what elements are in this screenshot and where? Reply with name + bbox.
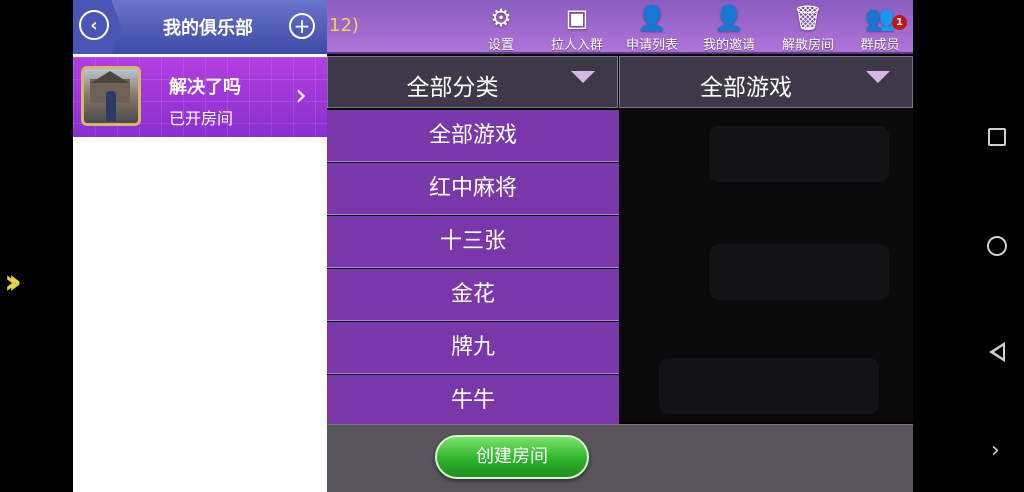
apply-list-label: 申请列表 [625,38,678,53]
dropdown-option[interactable]: 金花 [327,269,619,321]
club-name: 解决了吗 [169,77,241,98]
club-list-item[interactable]: 解决了吗 已开房间 › [73,57,327,137]
chevron-right-icon[interactable]: › [295,81,307,111]
dimmed-panel [659,358,879,414]
trash-icon: 🗑 [792,4,824,32]
caret-down-icon [866,71,890,83]
dissolve-room-button[interactable]: 🗑 解散房间 [773,4,843,53]
dimmed-content-area [619,108,913,422]
dimmed-panel [709,126,889,182]
dissolve-room-label: 解散房间 [781,38,834,53]
group-members-label: 群成员 [860,38,900,53]
settings-label: 设置 [487,38,514,53]
category-select-value: 全部分类 [406,75,499,101]
top-toolbar: 12) ⚙ 设置 ▣ 拉人入群 👤 申请列表 👤 我的邀请 🗑 解散房间 👥 群… [327,0,913,54]
bottom-bar: 创建房间 [327,424,913,492]
club-sidebar: ‹ 我的俱乐部 + 解决了吗 已开房间 › [73,0,327,492]
expand-handle-icon[interactable]: ›› [4,262,22,302]
settings-button[interactable]: ⚙ 设置 [466,4,536,53]
back-icon-inner [994,346,1003,358]
user-add-icon: 👤 [637,4,667,32]
home-icon[interactable] [987,236,1007,256]
invite-label: 拉人入群 [550,38,603,53]
dimmed-panel [709,244,889,300]
dropdown-option[interactable]: 牛牛 [327,375,619,427]
member-notification-badge: 1 [892,15,907,30]
dropdown-option[interactable]: 牌九 [327,322,619,374]
back-arrow-icon[interactable]: ‹ [79,10,109,40]
invite-icon: ▣ [565,4,589,32]
group-members-button[interactable]: 👥 群成员 [845,4,915,53]
avatar-person-shape [106,91,116,121]
user-add-icon: 👤 [714,4,744,32]
club-avatar [81,66,141,126]
my-invites-label: 我的邀请 [702,38,755,53]
dropdown-option[interactable]: 十三张 [327,216,619,268]
sidebar-header: ‹ 我的俱乐部 + [73,0,327,54]
club-status: 已开房间 [169,109,234,128]
chevron-right-icon[interactable]: › [991,438,1000,463]
my-invites-button[interactable]: 👤 我的邀请 [694,4,764,53]
create-room-button[interactable]: 创建房间 [435,435,589,479]
gear-icon: ⚙ [490,4,512,32]
category-dropdown-list: 全部游戏 红中麻将 十三张 金花 牌九 牛牛 [327,110,619,427]
game-select[interactable]: 全部游戏 [619,56,913,108]
caret-down-icon [571,71,595,83]
invite-to-group-button[interactable]: ▣ 拉人入群 [542,4,612,53]
dropdown-option[interactable]: 全部游戏 [327,110,619,162]
apply-list-button[interactable]: 👤 申请列表 [617,4,687,53]
recent-apps-icon[interactable] [988,128,1006,146]
category-select[interactable]: 全部分类 [327,56,618,108]
add-club-icon[interactable]: + [289,13,315,39]
room-count: 12) [329,15,359,36]
game-select-value: 全部游戏 [700,75,792,101]
system-nav-bar [913,0,1024,492]
dropdown-option[interactable]: 红中麻将 [327,163,619,215]
sidebar-title: 我的俱乐部 [163,18,253,39]
